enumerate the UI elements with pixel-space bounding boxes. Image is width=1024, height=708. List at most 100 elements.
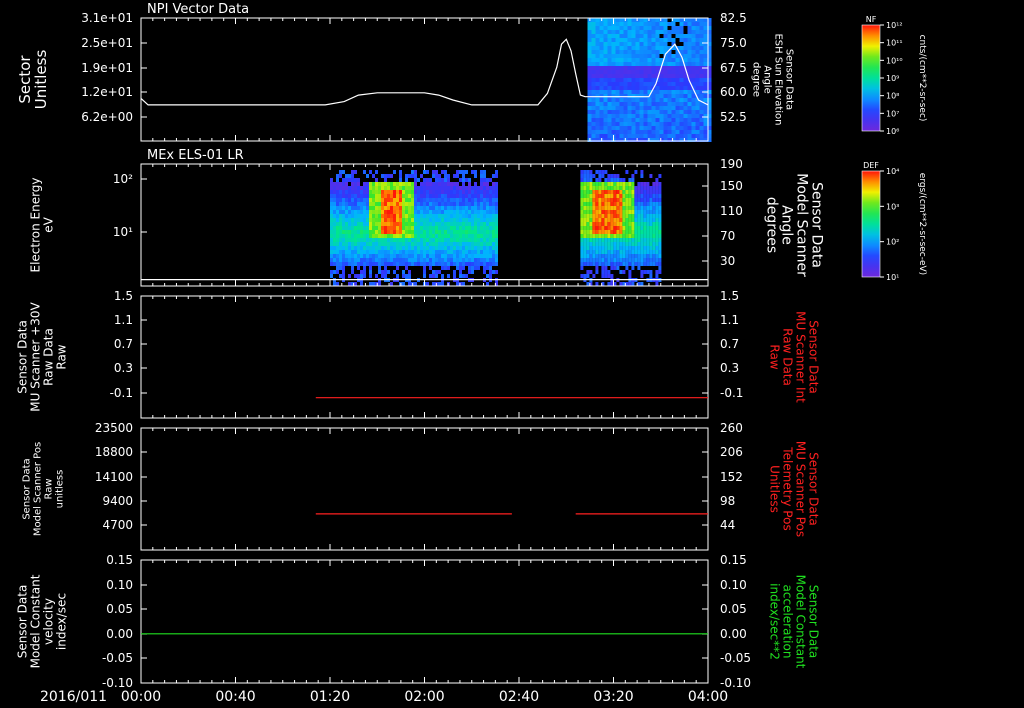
heatmap-cell: [363, 230, 366, 234]
heatmap-cell: [635, 122, 640, 126]
heatmap-cell: [423, 230, 426, 234]
heatmap-cell: [635, 34, 640, 38]
heatmap-cell: [691, 130, 696, 134]
heatmap-cell: [423, 190, 426, 194]
heatmap-cell: [486, 242, 489, 246]
heatmap-cell: [691, 106, 696, 110]
heatmap-cell: [687, 66, 692, 70]
heatmap-cell: [631, 242, 635, 246]
heatmap-cell: [351, 254, 354, 258]
heatmap-cell: [591, 66, 596, 70]
y-axis-label-left: Electron Energy: [29, 177, 43, 272]
heatmap-cell: [647, 130, 652, 134]
heatmap-cell: [586, 218, 590, 222]
heatmap-cell: [336, 230, 339, 234]
heatmap-cell: [402, 198, 405, 202]
heatmap-cell: [610, 210, 614, 214]
heatmap-cell: [595, 258, 599, 262]
heatmap-cell: [695, 130, 700, 134]
heatmap-cell: [601, 242, 605, 246]
heatmap-cell: [333, 210, 336, 214]
heatmap-cell: [651, 118, 656, 122]
heatmap-cell: [378, 194, 381, 198]
y-axis-label-right: Angle: [779, 205, 795, 245]
heatmap-cell: [435, 182, 438, 186]
heatmap-cell: [405, 210, 408, 214]
heatmap-cell: [414, 170, 417, 174]
heatmap-cell: [426, 234, 429, 238]
heatmap-cell: [619, 70, 624, 74]
heatmap-cell: [471, 234, 474, 238]
heatmap-cell: [631, 98, 636, 102]
heatmap-cell: [390, 214, 393, 218]
heatmap-cell: [679, 90, 684, 94]
heatmap-cell: [611, 50, 616, 54]
heatmap-cell: [679, 46, 684, 50]
heatmap-cell: [342, 170, 345, 174]
heatmap-cell: [351, 182, 354, 186]
heatmap-cell: [663, 34, 668, 38]
heatmap-cell: [615, 18, 620, 22]
heatmap-cell: [474, 262, 477, 266]
heatmap-cell: [447, 190, 450, 194]
heatmap-cell: [435, 250, 438, 254]
y-axis-label-right: Sensor Data: [807, 585, 821, 659]
heatmap-cell: [372, 282, 375, 286]
heatmap-cell: [667, 106, 672, 110]
heatmap-cell: [601, 230, 605, 234]
heatmap-cell: [683, 78, 688, 82]
y-tick-label-left: 10¹: [113, 225, 133, 239]
heatmap-cell: [441, 258, 444, 262]
heatmap-cell: [462, 246, 465, 250]
heatmap-cell: [634, 230, 638, 234]
heatmap-cell: [378, 222, 381, 226]
heatmap-cell: [601, 266, 605, 270]
heatmap-cell: [459, 170, 462, 174]
heatmap-cell: [405, 250, 408, 254]
colorbar-title: NF: [866, 15, 877, 24]
heatmap-cell: [595, 62, 600, 66]
heatmap-cell: [486, 178, 489, 182]
heatmap-cell: [390, 174, 393, 178]
heatmap-cell: [659, 50, 664, 54]
heatmap-cell: [613, 214, 617, 218]
heatmap-cell: [429, 210, 432, 214]
heatmap-cell: [378, 202, 381, 206]
heatmap-cell: [695, 22, 700, 26]
heatmap-cell: [345, 262, 348, 266]
heatmap-cell: [477, 222, 480, 226]
heatmap-cell: [611, 118, 616, 122]
heatmap-cell: [622, 234, 626, 238]
heatmap-cell: [345, 190, 348, 194]
heatmap-cell: [390, 262, 393, 266]
heatmap-cell: [595, 226, 599, 230]
heatmap-cell: [432, 230, 435, 234]
heatmap-cell: [333, 238, 336, 242]
heatmap-cell: [495, 214, 498, 218]
heatmap-cell: [492, 210, 495, 214]
heatmap-cell: [336, 234, 339, 238]
heatmap-cell: [351, 210, 354, 214]
heatmap-cell: [360, 190, 363, 194]
heatmap-cell: [607, 50, 612, 54]
heatmap-cell: [631, 226, 635, 230]
heatmap-cell: [495, 210, 498, 214]
heatmap-cell: [354, 218, 357, 222]
heatmap-cell: [625, 258, 629, 262]
heatmap-cell: [387, 182, 390, 186]
heatmap-cell: [447, 222, 450, 226]
heatmap-cell: [652, 194, 656, 198]
heatmap-cell: [357, 178, 360, 182]
heatmap-cell: [631, 42, 636, 46]
heatmap-cell: [616, 234, 620, 238]
heatmap-cell: [360, 194, 363, 198]
heatmap-cell: [399, 254, 402, 258]
heatmap-cell: [441, 274, 444, 278]
heatmap-cell: [627, 54, 632, 58]
heatmap-cell: [375, 186, 378, 190]
heatmap-cell: [595, 46, 600, 50]
heatmap-cell: [378, 190, 381, 194]
heatmap-cell: [625, 198, 629, 202]
heatmap-cell: [468, 218, 471, 222]
heatmap-cell: [671, 98, 676, 102]
